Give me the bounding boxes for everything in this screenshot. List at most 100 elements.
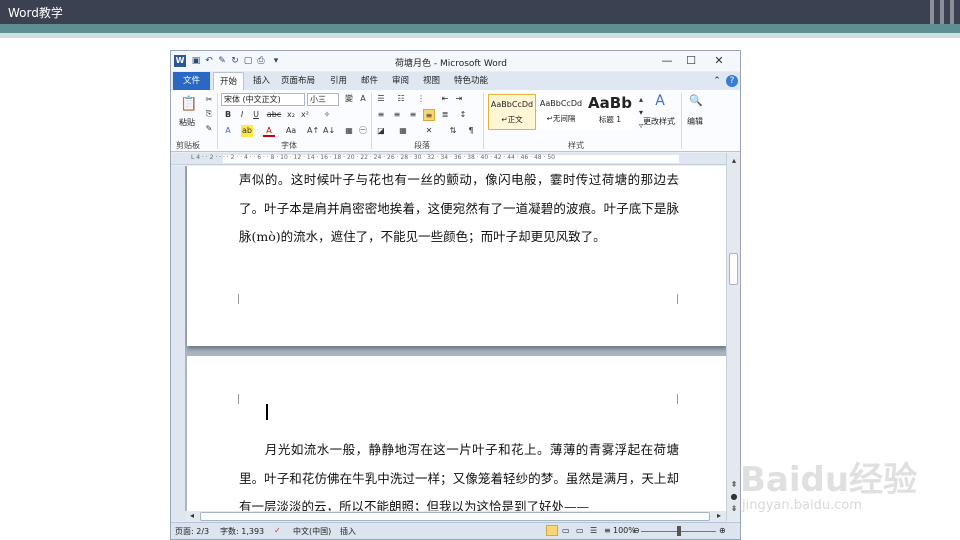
font-name-combo[interactable]: 宋体 (中文正文) <box>221 93 305 106</box>
tab-page-layout[interactable]: 页面布局 <box>275 72 321 90</box>
distribute-icon[interactable]: ≣ <box>439 109 451 121</box>
multilevel-list-icon[interactable]: ⋮ <box>415 93 427 105</box>
align-left-icon[interactable]: ≡ <box>375 109 387 121</box>
font-size-combo[interactable]: 小三 <box>307 93 339 106</box>
proofing-icon[interactable]: ✓ <box>274 526 281 535</box>
horizontal-scroll-thumb[interactable] <box>200 512 710 521</box>
vertical-scrollbar[interactable]: ▴ ⇞ ● ⇟ <box>726 153 740 521</box>
full-screen-view-icon[interactable]: ▭ <box>562 526 570 535</box>
numbering-icon[interactable]: ☷ <box>395 93 407 105</box>
tab-home[interactable]: 开始 <box>213 72 245 91</box>
styles-scroll-up-icon[interactable]: ▴ <box>635 94 647 106</box>
phonetic-guide-icon[interactable]: 變 <box>343 93 355 105</box>
clear-format-icon[interactable]: ✧ <box>321 109 333 121</box>
tab-mailings[interactable]: 邮件 <box>355 72 384 90</box>
borders-icon[interactable]: ▦ <box>397 125 409 137</box>
insert-mode-status[interactable]: 插入 <box>340 526 356 537</box>
header-decoration <box>940 0 944 24</box>
line-spacing-icon[interactable]: ↕ <box>457 109 469 121</box>
maximize-button[interactable]: ☐ <box>679 53 703 69</box>
tab-references[interactable]: 引用 <box>324 72 353 90</box>
undo-icon[interactable]: ↶ <box>204 56 214 66</box>
tab-review[interactable]: 审阅 <box>386 72 415 90</box>
minimize-ribbon-icon[interactable]: ⌃ <box>711 75 723 87</box>
font-color-icon[interactable]: A <box>263 125 275 137</box>
paragraph-text[interactable]: 声似的。这时候叶子与花也有一丝的颤动，像闪电般，霎时传过荷塘的那边去了。叶子本是… <box>239 166 679 252</box>
underline-button[interactable]: U <box>250 109 262 121</box>
close-button[interactable]: ✕ <box>707 53 731 69</box>
align-center-icon[interactable]: ≡ <box>391 109 403 121</box>
paste-icon[interactable]: 📋 <box>179 94 199 114</box>
tab-special-features[interactable]: 特色功能 <box>448 72 494 90</box>
cut-icon[interactable]: ✂ <box>203 94 215 106</box>
customize-qat-icon[interactable]: ▾ <box>271 56 281 66</box>
redo-icon[interactable]: ↻ <box>230 56 240 66</box>
superscript-button[interactable]: x² <box>299 109 311 121</box>
horizontal-scrollbar[interactable]: ◂ ▸ <box>185 511 726 522</box>
scroll-left-icon[interactable]: ◂ <box>186 510 198 522</box>
increase-indent-icon[interactable]: ⇥ <box>453 93 465 105</box>
style-normal[interactable]: AaBbCcDd ↵正文 <box>488 94 536 130</box>
italic-button[interactable]: I <box>236 109 248 121</box>
horizontal-ruler[interactable]: L 4 · · 2 · · · · 2 · · 4 · · 6 · · 8 · … <box>171 153 740 165</box>
scroll-right-icon[interactable]: ▸ <box>713 510 725 522</box>
vertical-scroll-thumb[interactable] <box>729 253 738 285</box>
subscript-button[interactable]: x₂ <box>285 109 297 121</box>
style-heading-1[interactable]: AaBb 标题 1 <box>586 94 634 130</box>
zoom-in-icon[interactable]: ⊕ <box>719 526 726 535</box>
align-right-icon[interactable]: ≡ <box>407 109 419 121</box>
enclose-char-icon[interactable]: ㊀ <box>357 125 369 137</box>
tab-file[interactable]: 文件 <box>173 72 211 90</box>
paste-label[interactable]: 粘贴 <box>179 117 195 128</box>
bold-button[interactable]: B <box>222 109 234 121</box>
save-icon[interactable]: ▣ <box>191 56 201 66</box>
justify-icon[interactable]: ≡ <box>423 109 435 121</box>
word-logo-icon[interactable]: W <box>174 55 186 67</box>
decrease-indent-icon[interactable]: ⇤ <box>439 93 451 105</box>
style-no-spacing[interactable]: AaBbCcDd ↵无间隔 <box>537 94 585 130</box>
change-case-icon[interactable]: Aa <box>283 125 299 137</box>
strikethrough-button[interactable]: abc <box>266 109 282 121</box>
format-painter-icon[interactable]: ✎ <box>217 56 227 66</box>
next-page-icon[interactable]: ⇟ <box>728 503 740 515</box>
sort-icon[interactable]: ⇅ <box>447 125 459 137</box>
find-icon[interactable]: 🔍 <box>687 95 705 113</box>
paragraph-text[interactable]: 月光如流水一般，静静地泻在这一片叶子和花上。薄薄的青雾浮起在荷塘里。叶子和花仿佛… <box>239 436 679 511</box>
chinese-layout-icon[interactable]: ✕ <box>423 125 435 137</box>
char-shading-icon[interactable]: ▦ <box>343 125 355 137</box>
show-marks-icon[interactable]: ¶ <box>465 125 477 137</box>
grow-font-icon[interactable]: A↑ <box>307 125 319 137</box>
language-status[interactable]: 中文(中国) <box>293 526 331 537</box>
bullets-icon[interactable]: ☰ <box>375 93 387 105</box>
char-border-icon[interactable]: A <box>357 93 369 105</box>
zoom-slider-thumb[interactable] <box>677 526 681 536</box>
page-count[interactable]: 页面: 2/3 <box>175 526 209 537</box>
vertical-ruler[interactable] <box>171 166 185 521</box>
zoom-out-icon[interactable]: ⊖ <box>633 526 640 535</box>
editing-label[interactable]: 编辑 <box>687 116 703 127</box>
tab-view[interactable]: 视图 <box>417 72 446 90</box>
highlight-icon[interactable]: ab <box>241 125 253 137</box>
change-styles-label[interactable]: 更改样式 <box>643 116 675 127</box>
page[interactable]: 月光如流水一般，静静地泻在这一片叶子和花上。薄薄的青雾浮起在荷塘里。叶子和花仿佛… <box>187 356 726 511</box>
outline-view-icon[interactable]: ☰ <box>590 526 597 535</box>
prev-page-icon[interactable]: ⇞ <box>728 479 740 491</box>
shading-icon[interactable]: ◪ <box>375 125 387 137</box>
new-doc-icon[interactable]: ▢ <box>243 56 253 66</box>
change-styles-icon[interactable]: A <box>651 94 669 113</box>
minimize-button[interactable]: — <box>655 53 679 69</box>
print-icon[interactable]: ⎙ <box>256 56 266 66</box>
shrink-font-icon[interactable]: A↓ <box>323 125 335 137</box>
print-layout-view-icon[interactable] <box>546 525 558 536</box>
tab-insert[interactable]: 插入 <box>247 72 276 90</box>
scroll-up-icon[interactable]: ▴ <box>728 155 740 167</box>
page[interactable]: 声似的。这时候叶子与花也有一丝的颤动，像闪电般，霎时传过荷塘的那边去了。叶子本是… <box>187 166 726 346</box>
web-layout-view-icon[interactable]: ▭ <box>576 526 584 535</box>
text-effect-icon[interactable]: A <box>222 125 234 137</box>
draft-view-icon[interactable]: ≡ <box>604 526 611 535</box>
browse-object-icon[interactable]: ● <box>728 491 740 503</box>
format-painter-icon[interactable]: ✎ <box>203 123 215 135</box>
help-icon[interactable]: ? <box>726 75 738 87</box>
word-count[interactable]: 字数: 1,393 <box>220 526 264 537</box>
copy-icon[interactable]: ⎘ <box>203 108 215 120</box>
